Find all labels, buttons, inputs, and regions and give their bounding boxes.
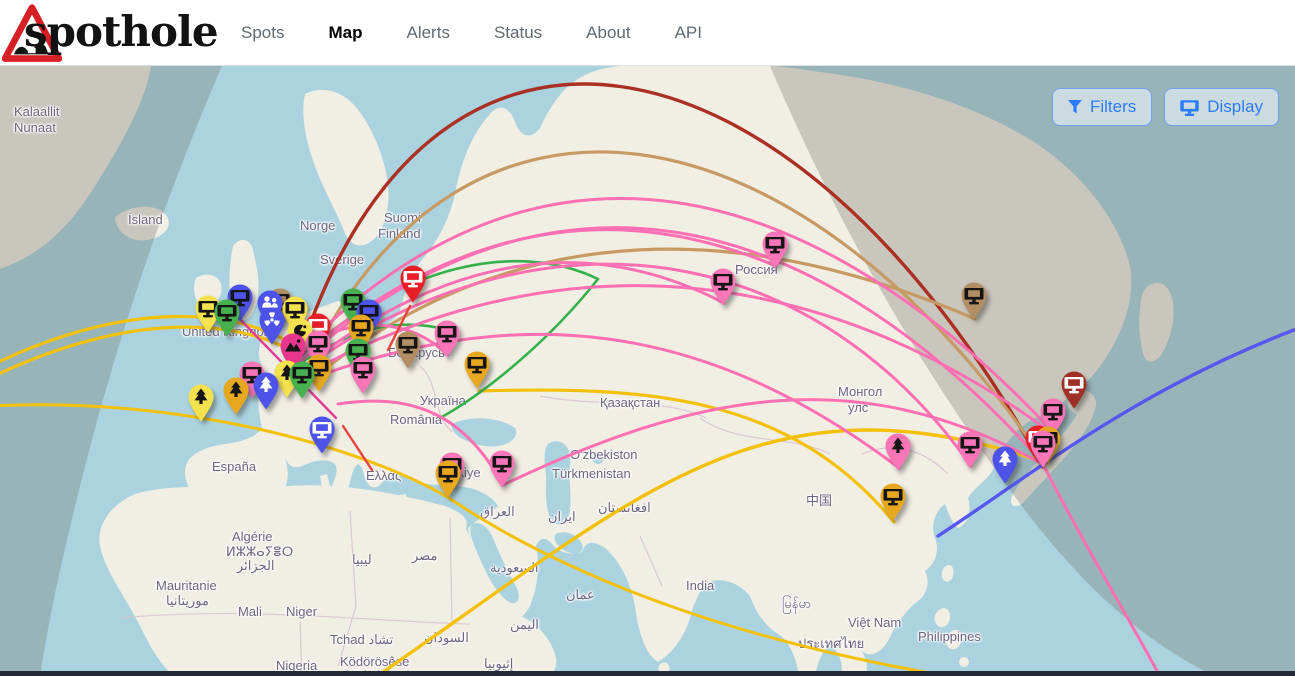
world-map[interactable]: KalaallitNunaatÍslandNorgeSverigeSuomiFi…	[0, 66, 1295, 676]
filter-funnel-icon	[1068, 100, 1082, 114]
display-monitor-icon	[1180, 99, 1199, 116]
nav-about[interactable]: About	[586, 23, 630, 43]
nav-spots[interactable]: Spots	[241, 23, 284, 43]
brand-logo[interactable]: spothole	[0, 0, 205, 66]
filters-button[interactable]: Filters	[1052, 88, 1152, 126]
monitor-pin[interactable]	[212, 298, 242, 338]
monitor-pin[interactable]	[955, 430, 985, 470]
monitor-pin[interactable]	[760, 230, 790, 270]
filters-button-label: Filters	[1090, 97, 1136, 117]
tree-pin[interactable]	[221, 376, 251, 416]
nav-map[interactable]: Map	[328, 23, 362, 43]
monitor-pin[interactable]	[393, 330, 423, 370]
brand-name: spothole	[24, 7, 218, 56]
top-navbar: spothole Spots Map Alerts Status About A…	[0, 0, 1295, 66]
monitor-pin[interactable]	[398, 264, 428, 304]
monitor-pin[interactable]	[878, 482, 908, 522]
monitor-pin[interactable]	[287, 360, 317, 400]
tree-pin[interactable]	[990, 445, 1020, 485]
main-nav: Spots Map Alerts Status About API	[241, 23, 702, 43]
map-pins	[0, 66, 1295, 676]
display-button[interactable]: Display	[1164, 88, 1279, 126]
monitor-pin[interactable]	[432, 319, 462, 359]
monitor-pin[interactable]	[307, 415, 337, 455]
monitor-pin[interactable]	[959, 281, 989, 321]
monitor-pin[interactable]	[348, 355, 378, 395]
monitor-pin[interactable]	[487, 449, 517, 489]
tree-pin[interactable]	[186, 383, 216, 423]
footer-strip	[0, 671, 1295, 676]
nav-api[interactable]: API	[675, 23, 702, 43]
tree-pin[interactable]	[251, 371, 281, 411]
monitor-pin[interactable]	[1028, 429, 1058, 469]
monitor-pin[interactable]	[462, 350, 492, 390]
nav-alerts[interactable]: Alerts	[406, 23, 449, 43]
tree-pin[interactable]	[883, 432, 913, 472]
nav-status[interactable]: Status	[494, 23, 542, 43]
monitor-pin[interactable]	[708, 267, 738, 307]
display-button-label: Display	[1207, 97, 1263, 117]
monitor-pin[interactable]	[433, 459, 463, 499]
